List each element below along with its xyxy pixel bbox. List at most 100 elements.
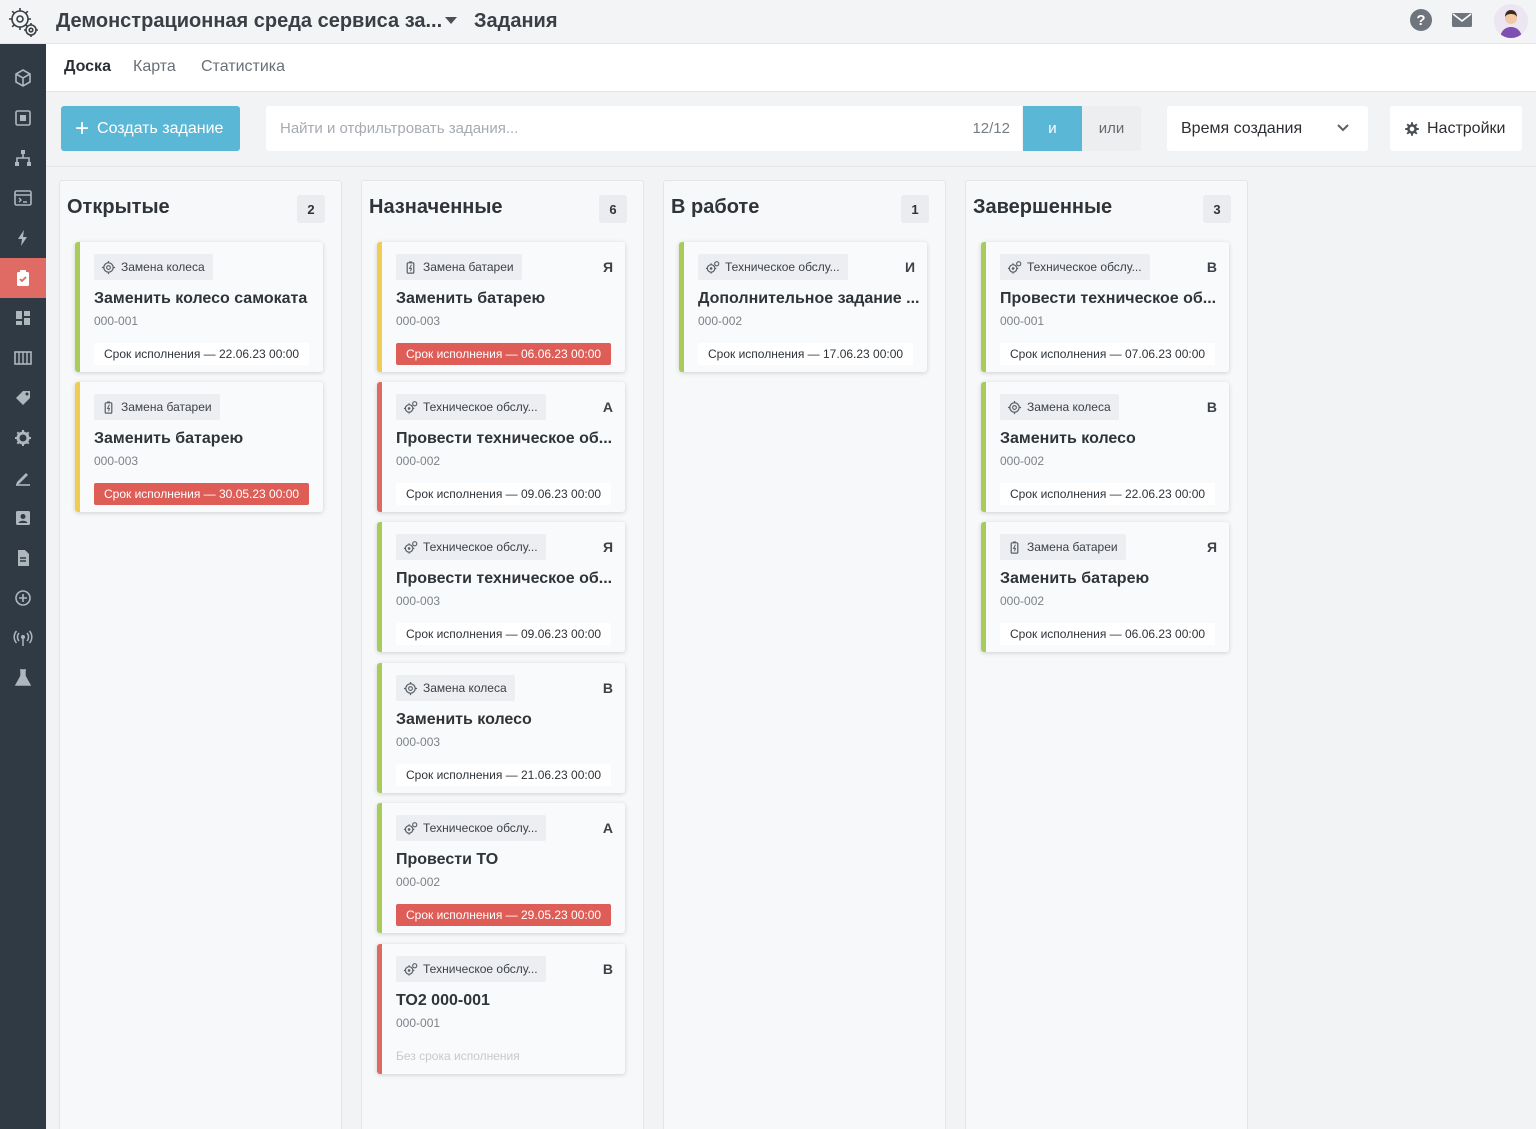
task-type-label: Техническое обслу... [423,821,538,835]
filter-and-toggle[interactable]: и [1023,106,1082,151]
column-header: Завершенные 3 [966,181,1247,233]
task-object-id: 000-002 [698,314,743,328]
tab-statistics[interactable]: Статистика [201,58,285,76]
task-title: Заменить батарею [94,430,244,447]
task-type-label: Техническое обслу... [423,540,538,554]
app-title[interactable]: Демонстрационная среда сервиса за... [56,10,442,33]
tab-map[interactable]: Карта [133,58,176,76]
tab-board[interactable]: Доска [64,58,111,76]
column-count-badge: 2 [297,195,325,223]
task-object-id: 000-003 [396,735,441,749]
sidebar-item-tasks[interactable] [0,258,46,298]
clipboard-check-icon [17,270,29,286]
task-card[interactable]: Замена батареи Я Заменить батарею 000-00… [981,522,1229,652]
help-icon[interactable]: ? [1410,9,1432,31]
sidebar-item-events[interactable] [0,218,46,258]
sidebar-item-devices[interactable] [0,618,46,658]
sidebar [0,44,46,1129]
settings-button[interactable]: Настройки [1390,106,1522,151]
sidebar-item-dashboards[interactable] [0,298,46,338]
sidebar-item-lab[interactable] [0,658,46,698]
task-assignee: В [1206,399,1217,415]
task-due-date: Срок исполнения — 17.06.23 00:00 [698,343,914,365]
task-card[interactable]: Замена батареи Заменить батарею 000-003 … [75,382,323,512]
user-avatar[interactable] [1494,4,1528,38]
column-open: Открытые 2 Замена колеса Заменить колесо… [59,180,342,1129]
sidebar-item-users[interactable] [0,498,46,538]
chevron-down-icon [1337,124,1349,132]
gears-logo-icon[interactable] [0,0,46,44]
gears-icon [403,400,418,414]
sort-select[interactable]: Время создания [1167,106,1368,151]
task-type-chip: Техническое обслу... [396,956,546,982]
sidebar-item-editor[interactable] [0,458,46,498]
task-type-chip: Замена колеса [396,675,515,701]
battery-icon [104,400,113,414]
column-in-progress: В работе 1 Техническое обслу... И Дополн… [663,180,946,1129]
sidebar-item-terminal[interactable] [0,178,46,218]
gears-icon [705,260,720,274]
task-type-label: Замена колеса [121,260,205,274]
plus-icon: + [75,114,90,142]
task-card[interactable]: Техническое обслу... Я Провести техничес… [377,522,625,652]
sort-select-value: Время создания [1181,119,1303,137]
task-card[interactable]: Техническое обслу... А Провести ТО 000-0… [377,803,625,933]
pen-tool-icon [16,473,30,486]
tag-icon [16,391,30,405]
sidebar-item-hierarchy[interactable] [0,138,46,178]
sidebar-item-frames[interactable] [0,98,46,138]
gears-icon [1007,260,1022,274]
task-object-id: 000-003 [396,314,441,328]
column-title: Открытые [67,196,170,218]
task-object-id: 000-002 [1000,594,1045,608]
sidebar-item-objects[interactable] [0,58,46,98]
task-title: Заменить колесо [396,711,532,728]
column-count-badge: 3 [1203,195,1231,223]
task-card[interactable]: Замена колеса В Заменить колесо 000-003 … [377,663,625,793]
sidebar-item-tags[interactable] [0,378,46,418]
app-switch-caret-icon[interactable] [440,10,462,32]
battery-icon [406,260,415,274]
task-type-label: Замена батареи [121,400,212,414]
task-object-id: 000-001 [94,314,139,328]
search-input[interactable]: Найти и отфильтровать задания... 12/12 [266,106,1022,151]
broadcast-icon [13,630,33,646]
filter-or-toggle[interactable]: или [1082,106,1141,151]
column-title: Завершенные [973,196,1113,218]
task-object-id: 000-001 [396,1016,441,1030]
task-type-chip: Техническое обслу... [396,534,546,560]
task-card[interactable]: Техническое обслу... В Провести техничес… [981,242,1229,372]
task-card[interactable]: Замена колеса В Заменить колесо 000-002 … [981,382,1229,512]
task-due-date: Срок исполнения — 06.06.23 00:00 [1000,623,1216,645]
task-title: ТО2 000-001 [396,992,490,1009]
user-card-icon [16,511,30,525]
task-due-date-overdue: Срок исполнения — 06.06.23 00:00 [396,343,612,365]
sidebar-item-tables[interactable] [0,338,46,378]
table-icon [14,351,32,365]
gear-icon [1405,121,1419,136]
mail-icon[interactable] [1451,11,1473,29]
sidebar-item-documents[interactable] [0,538,46,578]
task-type-label: Замена батареи [423,260,514,274]
task-card[interactable]: Техническое обслу... В ТО2 000-001 000-0… [377,944,625,1074]
task-card[interactable]: Техническое обслу... А Провести техничес… [377,382,625,512]
task-assignee: В [602,961,613,977]
create-task-button[interactable]: + Создать задание [61,106,240,151]
sidebar-item-add[interactable] [0,578,46,618]
task-card[interactable]: Техническое обслу... И Дополнительное за… [679,242,927,372]
task-object-id: 000-003 [94,454,139,468]
search-result-count: 12/12 [972,120,1010,137]
task-type-chip: Техническое обслу... [1000,254,1150,280]
task-assignee: Я [1206,539,1217,555]
task-card[interactable]: Замена батареи Я Заменить батарею 000-00… [377,242,625,372]
dashboard-icon [16,311,30,325]
task-card[interactable]: Замена колеса Заменить колесо самоката 0… [75,242,323,372]
column-count-badge: 6 [599,195,627,223]
task-assignee: В [602,680,613,696]
settings-label: Настройки [1427,119,1506,137]
sidebar-item-config[interactable] [0,418,46,458]
task-type-chip: Техническое обслу... [396,815,546,841]
task-due-date: Срок исполнения — 07.06.23 00:00 [1000,343,1216,365]
task-type-label: Замена колеса [423,681,507,695]
wheel-gear-icon [101,260,116,274]
